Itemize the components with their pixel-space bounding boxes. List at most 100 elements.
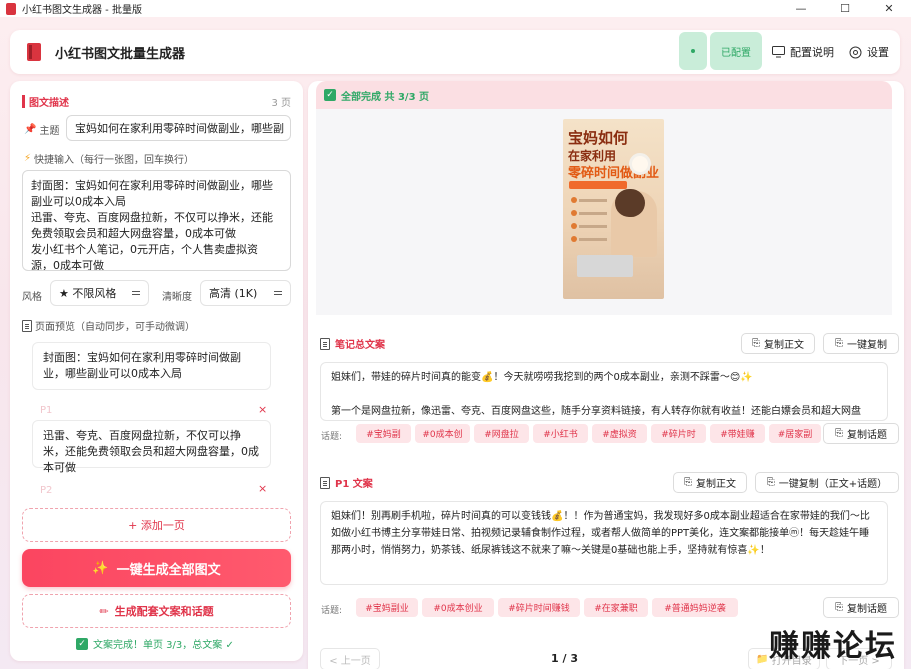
cover-bullet (571, 197, 577, 203)
clarity-select[interactable]: 高清 (1K) (200, 280, 291, 306)
sparkle-icon: ✨ (92, 560, 109, 576)
topics-label: 话题: (321, 606, 343, 616)
topic-label: 📌 主题 (24, 124, 60, 137)
quick-line: 封面图：宝妈如何在家利用零碎时间做副业，哪些 (31, 179, 273, 192)
page-preview-label: 页面预览（自动同步，可手动微调） (22, 318, 195, 333)
topic-tag[interactable]: #普通妈妈逆袭 (652, 598, 738, 617)
cover-bullet-line (579, 225, 607, 228)
topic-tag[interactable]: #0成本创业 (422, 598, 494, 617)
topic-tag[interactable]: #小红书 (533, 424, 588, 443)
app-body: 小红书图文批量生成器 已配置 配置说明 设置 图文描述 3 页 📌 主题 宝妈如… (0, 17, 911, 669)
maximize-button[interactable]: ☐ (823, 0, 867, 17)
generate-all-button[interactable]: ✨ 一键生成全部图文 (22, 549, 291, 587)
note-copy-line: 第一个是网盘拉新，像迅雷、夸克、百度网盘这些，随手分享资料链接，有人转存你就有收… (331, 406, 861, 417)
topic-tag[interactable]: #在家兼职 (584, 598, 648, 617)
p1-copy-section: P1 文案 ⎘ 复制正文 ⎘ 一键复制（正文+话题） 姐妹们！别再刷手机啦，碎片时间… (316, 464, 899, 624)
copy-body-button[interactable]: ⎘ 复制正文 (741, 333, 815, 354)
quick-input-label: ⚡ 快捷输入（每行一张图，回车换行） (24, 153, 195, 166)
topic-input[interactable]: 宝妈如何在家利用零碎时间做副业，哪些副 (66, 115, 291, 141)
window-controls: — ☐ ✕ (779, 0, 911, 17)
p1-copy-line: 那两小时，悄悄努力，奶茶钱、纸尿裤钱这不就来了嘛～关键是0基础也能上手，坚持就有… (331, 545, 770, 556)
remove-page-icon[interactable]: × (258, 403, 267, 416)
pencil-icon: ✏ (99, 604, 109, 618)
completion-banner: ✓ 全部完成 共 3/3 页 (316, 81, 892, 109)
lightning-icon: ⚡ (24, 153, 32, 164)
quick-line: 免费领取会员和超大网盘容量，0成本可做 (31, 227, 236, 240)
p1-copy-line: 如做小红书博主分享带娃日常、拍视频记录辅食制作过程，或者帮人做简单的PPT美化，… (331, 528, 870, 539)
check-icon: ✓ (324, 89, 336, 101)
preview-page-label: P2 (40, 485, 53, 496)
topic-tag[interactable]: #碎片时 (651, 424, 706, 443)
right-panel: ✓ 全部完成 共 3/3 页 宝妈如何 在家利用 零碎时间做副业 笔记总文案 ⎘… (308, 81, 904, 669)
section-marker (22, 95, 25, 108)
quick-line: 发小红书个人笔记，0元开店，个人售卖虚拟资 (31, 243, 258, 256)
note-copy-textbox[interactable]: 姐妹们，带娃的碎片时间真的能变💰！今天就唠唠我挖到的两个0成本副业，亲测不踩雷～… (320, 362, 888, 421)
p1-copy-textbox[interactable]: 姐妹们！别再刷手机啦，碎片时间真的可以变钱钱💰！！作为普通宝妈，我发现好多0成本… (320, 501, 888, 585)
topic-tag[interactable]: #宝妈副业 (356, 598, 418, 617)
topic-tag[interactable]: #0成本创 (415, 424, 470, 443)
p1-copy-title: P1 文案 (320, 475, 373, 490)
status-dot-icon (691, 49, 695, 53)
image-preview-area: 宝妈如何 在家利用 零碎时间做副业 (316, 109, 892, 315)
cover-bullet-line (579, 199, 607, 202)
cover-subtitle-band (569, 181, 627, 189)
close-button[interactable]: ✕ (867, 0, 911, 17)
style-label: 风格 (22, 292, 42, 303)
topic-tag[interactable]: #宝妈副 (356, 424, 411, 443)
laptop-illustration (577, 255, 633, 277)
page-count: 3 页 (271, 98, 291, 109)
document-icon (22, 319, 32, 332)
dropdown-icon (274, 291, 282, 295)
style-select[interactable]: ★ 不限风格 (50, 280, 149, 306)
preview-card-p1[interactable]: 迅雷、夸克、百度网盘拉新，不仅可以挣米，还能免费领取会员和超大网盘容量，0成本可… (32, 420, 271, 474)
quick-input-textarea[interactable]: 封面图：宝妈如何在家利用零碎时间做副业，哪些 副业可以0成本入局 迅雷、夸克、百… (22, 170, 291, 271)
copy-icon: ⎘ (835, 602, 843, 613)
cover-image[interactable]: 宝妈如何 在家利用 零碎时间做副业 (563, 119, 664, 299)
window-titlebar: 小红书图文生成器 - 批量版 — ☐ ✕ (0, 0, 911, 17)
topic-tag[interactable]: #居家副 (769, 424, 821, 443)
prev-page-button[interactable]: < 上一页 (320, 648, 380, 669)
copy-topics-button[interactable]: ⎘ 复制话题 (823, 597, 899, 618)
generate-copy-button[interactable]: ✏ 生成配套文案和话题 (22, 594, 291, 628)
copy-all-button[interactable]: ⎘ 一键复制 (823, 333, 899, 354)
topic-tag[interactable]: #虚拟资 (592, 424, 647, 443)
preview-page-label: P1 (40, 405, 53, 416)
check-icon: ✓ (76, 637, 88, 650)
topic-tag[interactable]: #带娃赚 (710, 424, 765, 443)
quick-line: 迅雷、夸克、百度网盘拉新，不仅可以挣米，还能 (31, 211, 273, 224)
status-indicator (679, 32, 707, 70)
config-help-label: 配置说明 (790, 46, 834, 59)
quick-line: 副业可以0成本入局 (31, 195, 126, 208)
topic-tag[interactable]: #网盘拉 (474, 424, 529, 443)
copy-icon: ⎘ (835, 338, 843, 349)
folder-icon: 📁 (756, 653, 769, 665)
copy-body-and-topics-button[interactable]: ⎘ 一键复制（正文+话题） (755, 472, 899, 493)
cover-bullet (571, 236, 577, 242)
document-icon (320, 337, 330, 350)
app-title: 小红书图文批量生成器 (55, 46, 186, 62)
add-page-button[interactable]: + 添加一页 (22, 508, 291, 542)
note-copy-line (331, 386, 877, 403)
document-icon (320, 476, 330, 489)
generation-status: ✓ 文案完成！单页 3/3，总文案 ✓ (76, 636, 234, 651)
settings-button[interactable]: 设置 (849, 30, 889, 74)
remove-page-icon[interactable]: × (258, 482, 267, 495)
copy-icon: ⎘ (752, 338, 760, 349)
p1-copy-line: 姐妹们！别再刷手机啦，碎片时间真的可以变钱钱💰！！作为普通宝妈，我发现好多0成本… (331, 511, 870, 522)
preview-card-cover[interactable]: 封面图：宝妈如何在家利用零碎时间做副业，哪些副业可以0成本入局 (32, 342, 271, 390)
book-logo-icon (27, 43, 41, 61)
topic-tag[interactable]: #碎片时间赚钱 (498, 598, 580, 617)
topics-label: 话题: (321, 432, 343, 442)
gear-icon (849, 46, 862, 59)
cover-bullet-line (579, 238, 607, 241)
config-help-button[interactable]: 配置说明 (772, 30, 834, 74)
app-header: 小红书图文批量生成器 已配置 配置说明 设置 (10, 30, 900, 74)
copy-topics-button[interactable]: ⎘ 复制话题 (823, 423, 899, 444)
settings-label: 设置 (867, 46, 889, 59)
copy-icon: ⎘ (835, 428, 843, 439)
copy-body-button[interactable]: ⎘ 复制正文 (673, 472, 747, 493)
watermark-text: 赚赚论坛 (769, 629, 897, 664)
copy-icon: ⎘ (684, 477, 692, 488)
minimize-button[interactable]: — (779, 0, 823, 17)
note-copy-section: 笔记总文案 ⎘ 复制正文 ⎘ 一键复制 姐妹们，带娃的碎片时间真的能变💰！今天就唠唠… (316, 325, 899, 451)
